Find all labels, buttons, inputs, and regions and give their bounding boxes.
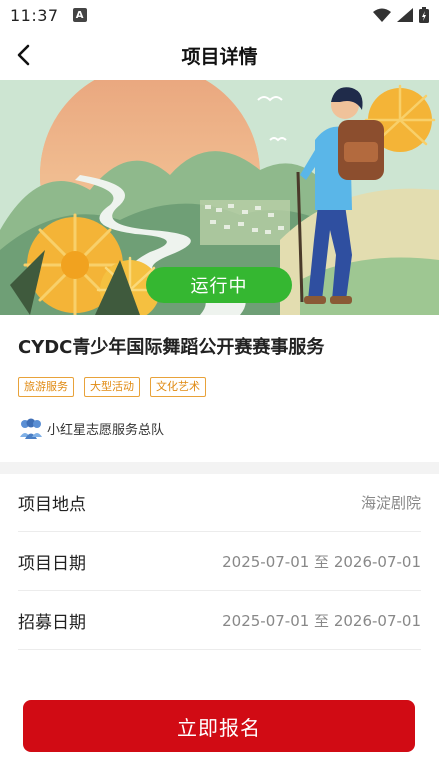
wifi-icon [373,8,391,22]
detail-row-location: 项目地点 海淀剧院 [18,474,421,532]
chevron-left-icon [17,44,30,66]
section-divider [0,462,439,474]
detail-label: 项目地点 [18,495,86,515]
detail-value: 2025-07-01 至 2026-07-01 [222,612,421,630]
status-badge: 运行中 [146,267,292,303]
signup-button[interactable]: 立即报名 [23,700,415,752]
project-title: CYDC青少年国际舞蹈公开赛赛事服务 [18,337,325,358]
nav-bar: 项目详情 [0,30,439,80]
status-time: 11:37 [10,5,59,25]
organization-avatar-icon [20,418,42,439]
notification-icon: A [72,8,87,22]
back-button[interactable] [8,39,40,71]
tag: 大型活动 [84,377,140,397]
status-bar: 11:37 A [0,0,439,30]
detail-label: 项目日期 [18,554,86,574]
detail-row-project-date: 项目日期 2025-07-01 至 2026-07-01 [18,533,421,591]
page-title: 项目详情 [181,45,258,68]
organization-name: 小红星志愿服务总队 [47,422,165,438]
project-info-card: CYDC青少年国际舞蹈公开赛赛事服务 旅游服务 大型活动 文化艺术 小红星志愿服… [0,315,439,462]
tag: 文化艺术 [150,377,206,397]
detail-label: 招募日期 [18,613,86,633]
organization-row[interactable]: 小红星志愿服务总队 [18,415,164,441]
tag: 旅游服务 [18,377,74,397]
detail-value: 2025-07-01 至 2026-07-01 [222,553,421,571]
battery-icon [419,7,429,23]
signal-icon [397,8,413,22]
detail-row-recruit-date: 招募日期 2025-07-01 至 2026-07-01 [18,592,421,650]
tag-list: 旅游服务 大型活动 文化艺术 [18,377,206,397]
status-icons [373,7,429,23]
detail-value: 海淀剧院 [360,494,421,512]
